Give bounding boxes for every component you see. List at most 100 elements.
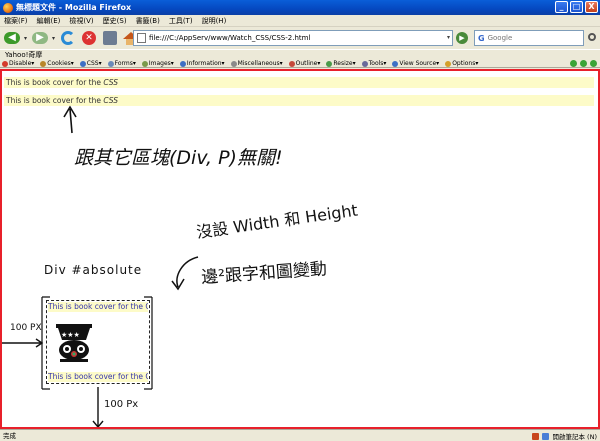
devbar-item[interactable]: View Source▾ bbox=[392, 60, 439, 67]
menu-bar: 檔案(F) 編輯(E) 檢視(V) 歷史(S) 書籤(B) 工具(T) 說明(H… bbox=[0, 15, 600, 27]
menu-edit[interactable]: 編輯(E) bbox=[37, 16, 61, 26]
devbar-item-label: Options▾ bbox=[452, 60, 479, 67]
stop-icon: ✕ bbox=[82, 31, 97, 45]
bookmark-manager-button[interactable] bbox=[101, 29, 119, 47]
devbar-item-icon bbox=[288, 60, 295, 67]
status-right: 開啟筆記本 (N) bbox=[532, 431, 597, 441]
url-text[interactable]: file:///C:/AppServ/www/Watch_CSS/CSS-2.h… bbox=[149, 34, 310, 42]
devbar-item-icon bbox=[361, 60, 368, 67]
check-icon bbox=[570, 60, 577, 67]
check-icon bbox=[590, 60, 597, 67]
devbar-item-icon bbox=[326, 60, 333, 67]
notebook-icon[interactable] bbox=[542, 432, 550, 440]
devbar-item[interactable]: Tools▾ bbox=[361, 60, 387, 67]
note-div-absolute: Div #absolute bbox=[44, 263, 143, 277]
devbar-item-label: Tools▾ bbox=[368, 60, 387, 67]
devbar-item[interactable]: CSS▾ bbox=[79, 60, 102, 67]
box-bottom-line: This is book cover for the CSS bbox=[48, 372, 148, 382]
search-icon[interactable] bbox=[588, 33, 596, 41]
back-button[interactable]: ◀ bbox=[3, 29, 21, 47]
google-icon[interactable]: G bbox=[478, 34, 485, 43]
devbar-item-label: Miscellaneous▾ bbox=[237, 60, 283, 67]
note-unrelated: 跟其它區塊(Div, P)無關! bbox=[74, 147, 283, 169]
devbar-item[interactable]: Disable▾ bbox=[2, 60, 34, 67]
window-title: 無標題文件 - Mozilla Firefox bbox=[16, 3, 132, 12]
devbar-item-icon bbox=[79, 60, 86, 67]
devbar-item-label: CSS▾ bbox=[86, 60, 102, 67]
devbar-item[interactable]: Resize▾ bbox=[326, 60, 356, 67]
search-input[interactable] bbox=[487, 34, 568, 42]
devbar-item[interactable]: Information▾ bbox=[179, 60, 225, 67]
web-developer-toolbar: Disable▾ Cookies▾ CSS▾ Forms▾ Images▾ Informa… bbox=[0, 60, 600, 68]
minimize-button[interactable]: _ bbox=[555, 1, 568, 13]
devbar-item-label: Forms▾ bbox=[114, 60, 136, 67]
menu-bookmarks[interactable]: 書籤(B) bbox=[136, 16, 160, 26]
devbar-item-label: Resize▾ bbox=[333, 60, 356, 67]
absolute-div: This is book cover for the CSS ★★★ This … bbox=[46, 300, 150, 384]
devbar-item[interactable]: Miscellaneous▾ bbox=[230, 60, 283, 67]
back-history-dropdown-icon[interactable]: ▾ bbox=[24, 35, 27, 42]
devbar-item[interactable]: Forms▾ bbox=[107, 60, 136, 67]
curved-arrow-icon bbox=[171, 256, 199, 291]
devbar-item-label: Images▾ bbox=[148, 60, 174, 67]
devbar-item-label: Information▾ bbox=[186, 60, 225, 67]
stop-button[interactable]: ✕ bbox=[80, 29, 98, 47]
devbar-item-icon bbox=[107, 60, 114, 67]
devbar-item-icon bbox=[40, 60, 47, 67]
devbar-item-label: Disable▾ bbox=[9, 60, 35, 67]
menu-tools[interactable]: 工具(T) bbox=[169, 16, 193, 26]
forward-history-dropdown-icon[interactable]: ▾ bbox=[52, 35, 55, 42]
firefox-icon bbox=[3, 2, 13, 13]
devbar-item-icon bbox=[179, 60, 186, 67]
note-down-100px: 100 Px bbox=[104, 399, 139, 410]
url-dropdown-icon[interactable]: ▾ bbox=[447, 34, 450, 41]
devbar-item[interactable]: Options▾ bbox=[445, 60, 478, 67]
forward-arrow-icon: ▶ bbox=[32, 32, 49, 44]
devbar-status bbox=[570, 60, 597, 67]
devbar-item-icon bbox=[392, 60, 399, 67]
bookmark-yahoo[interactable]: Yahoo!奇摩 bbox=[5, 51, 42, 59]
devbar-item-icon bbox=[445, 60, 452, 67]
box-top-line: This is book cover for the CSS bbox=[48, 302, 148, 312]
close-button[interactable]: X bbox=[585, 1, 598, 13]
reload-button[interactable] bbox=[59, 29, 77, 47]
devbar-item-label: Cookies▾ bbox=[47, 60, 74, 67]
window-controls: _ □ X bbox=[555, 1, 598, 13]
menu-view[interactable]: 檢視(V) bbox=[69, 16, 93, 26]
page-icon bbox=[137, 33, 146, 43]
book-cover-logo-icon: ★★★ bbox=[56, 324, 92, 362]
devbar-item-icon bbox=[2, 60, 8, 67]
maximize-button[interactable]: □ bbox=[570, 1, 583, 13]
back-arrow-icon: ◀ bbox=[4, 32, 20, 44]
up-arrow-icon bbox=[63, 105, 77, 134]
go-button[interactable]: ▶ bbox=[456, 32, 468, 44]
addon-icon[interactable] bbox=[532, 432, 540, 440]
status-text: 完成 bbox=[3, 431, 16, 440]
forward-button[interactable]: ▶ bbox=[31, 29, 49, 47]
page-viewport: This is book cover for the CSS This is b… bbox=[0, 69, 600, 429]
url-bar[interactable]: file:///C:/AppServ/www/Watch_CSS/CSS-2.h… bbox=[133, 30, 453, 46]
devbar-item-label: View Source▾ bbox=[399, 60, 440, 67]
devbar-item[interactable]: Images▾ bbox=[141, 60, 174, 67]
note-left-100px: 100 PX bbox=[10, 323, 42, 333]
status-bar: 完成 開啟筆記本 (N) bbox=[0, 429, 600, 441]
title-bar: 無標題文件 - Mozilla Firefox _ □ X bbox=[0, 0, 600, 15]
menu-file[interactable]: 檔案(F) bbox=[4, 16, 28, 26]
right-arrow-icon bbox=[2, 338, 44, 348]
menu-history[interactable]: 歷史(S) bbox=[103, 16, 127, 26]
devbar-item[interactable]: Outline▾ bbox=[288, 60, 321, 67]
devbar-item-icon bbox=[141, 60, 148, 67]
svg-text:★★★: ★★★ bbox=[61, 331, 80, 339]
devbar-item-icon bbox=[230, 60, 237, 67]
bookmarks-toolbar: Yahoo!奇摩 bbox=[0, 49, 600, 60]
bookmark-icon bbox=[103, 31, 118, 45]
navigation-toolbar: ◀ ▾ ▶ ▾ ✕ file:///C:/AppServ/www/Watch_C… bbox=[0, 27, 600, 49]
down-arrow-icon bbox=[92, 387, 104, 427]
reload-icon bbox=[61, 31, 76, 45]
check-icon bbox=[580, 60, 587, 67]
menu-help[interactable]: 說明(H) bbox=[202, 16, 227, 26]
devbar-item-label: Outline▾ bbox=[295, 60, 321, 67]
search-box[interactable]: G bbox=[474, 30, 584, 46]
devbar-item[interactable]: Cookies▾ bbox=[40, 60, 74, 67]
open-notebook-label[interactable]: 開啟筆記本 (N) bbox=[552, 431, 597, 441]
